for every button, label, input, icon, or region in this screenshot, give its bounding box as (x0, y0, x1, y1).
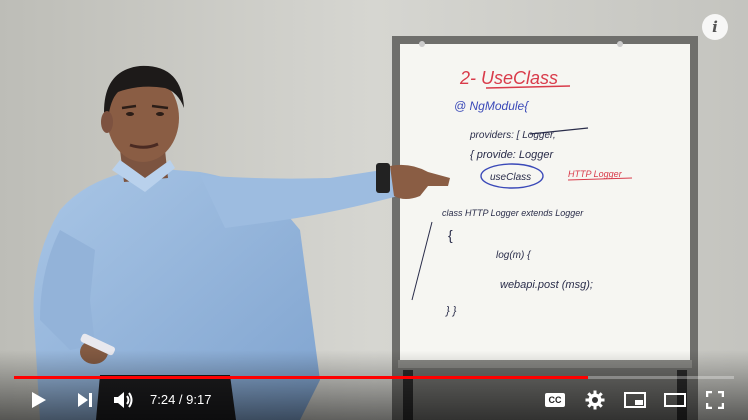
miniplayer-icon (624, 392, 646, 408)
board-line-2: providers: [ Logger, (469, 130, 556, 141)
progress-played (14, 376, 588, 379)
settings-button[interactable] (580, 386, 610, 414)
play-icon (32, 392, 46, 408)
board-line-4a: useClass (490, 172, 531, 183)
info-icon[interactable]: i (702, 14, 728, 40)
board-line-5: class HTTP Logger extends Logger (442, 208, 584, 218)
volume-button[interactable] (108, 386, 140, 414)
miniplayer-button[interactable] (620, 386, 650, 414)
board-line-3: { provide: Logger (470, 149, 555, 161)
board-line-1: @ NgModule{ (454, 99, 529, 113)
fullscreen-button[interactable] (700, 386, 730, 414)
gear-icon (585, 390, 605, 410)
time-separator: / (175, 392, 187, 407)
captions-button[interactable]: CC (540, 386, 570, 414)
current-time: 7:24 (150, 392, 176, 407)
time-display: 7:24 / 9:17 (150, 386, 211, 414)
video-player[interactable]: 2- UseClass @ NgModule{ providers: [ Log… (0, 0, 748, 420)
progress-bar[interactable] (14, 376, 734, 379)
board-line-8: webapi.post (msg); (500, 279, 593, 291)
fullscreen-icon (706, 391, 724, 409)
duration: 9:17 (186, 392, 212, 407)
board-title: 2- UseClass (459, 68, 558, 88)
board-line-4b: HTTP Logger (568, 169, 623, 179)
theater-button[interactable] (660, 386, 690, 414)
cc-icon: CC (545, 393, 565, 407)
board-line-6: { (448, 227, 453, 243)
next-button[interactable] (70, 386, 100, 414)
board-line-9: } } (445, 305, 457, 317)
volume-icon (114, 392, 133, 408)
board-line-7: log(m) { (496, 250, 532, 261)
play-button[interactable] (24, 386, 54, 414)
theater-icon (664, 393, 686, 407)
next-icon (78, 393, 92, 407)
